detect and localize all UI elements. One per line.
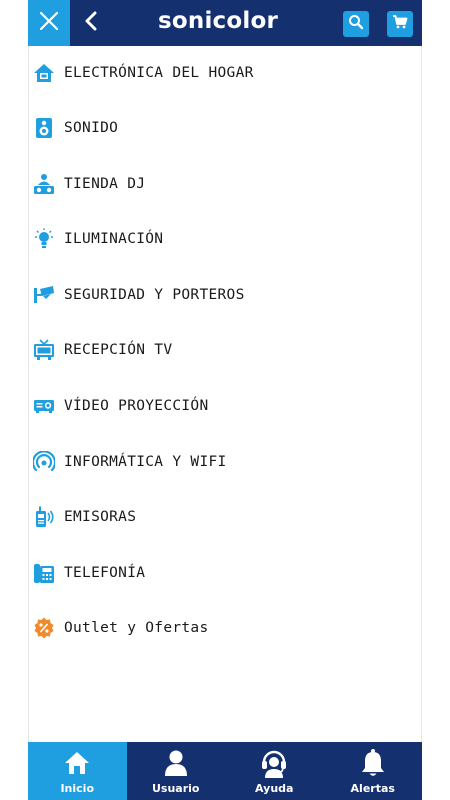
menu-item-video-proyeccion[interactable]: VÍDEO PROYECCIÓN — [28, 386, 422, 426]
tab-usuario[interactable]: Usuario — [127, 742, 226, 800]
menu-item-recepcion-tv[interactable]: RECEPCIÓN TV — [28, 330, 422, 370]
menu-item-label: TELEFONÍA — [64, 565, 146, 581]
walkie-talkie-icon — [33, 506, 55, 528]
tab-label: Alertas — [350, 782, 395, 795]
tab-label: Ayuda — [255, 782, 294, 795]
tv-icon — [33, 339, 55, 361]
tab-alertas[interactable]: Alertas — [324, 742, 423, 800]
security-camera-icon — [33, 284, 55, 306]
bell-icon — [358, 748, 388, 778]
headset-icon — [259, 748, 289, 778]
menu-item-outlet-ofertas[interactable]: Outlet y Ofertas — [28, 608, 422, 648]
menu-item-informatica-wifi[interactable]: INFORMÁTICA Y WIFI — [28, 442, 422, 482]
menu-item-label: SEGURIDAD Y PORTEROS — [64, 287, 245, 303]
cart-icon — [392, 14, 408, 34]
brand-logo[interactable]: sonicolor — [158, 8, 278, 34]
menu-item-label: VÍDEO PROYECCIÓN — [64, 398, 209, 414]
wifi-icon — [33, 451, 55, 473]
back-button[interactable] — [80, 8, 102, 38]
search-icon — [348, 14, 364, 34]
search-button[interactable] — [343, 11, 369, 37]
home-electronics-icon — [33, 62, 55, 84]
cart-button[interactable] — [387, 11, 413, 37]
tab-inicio[interactable]: Inicio — [28, 742, 127, 800]
user-icon — [161, 748, 191, 778]
menu-item-label: INFORMÁTICA Y WIFI — [64, 454, 227, 470]
menu-item-label: ILUMINACIÓN — [64, 231, 164, 247]
close-icon — [39, 11, 59, 35]
menu-item-iluminacion[interactable]: ILUMINACIÓN — [28, 219, 422, 259]
menu-item-sonido[interactable]: SONIDO — [28, 108, 422, 148]
menu-item-label: ELECTRÓNICA DEL HOGAR — [64, 65, 254, 81]
menu-item-seguridad-porteros[interactable]: SEGURIDAD Y PORTEROS — [28, 275, 422, 315]
chevron-left-icon — [84, 11, 98, 35]
menu-item-label: Outlet y Ofertas — [64, 620, 209, 636]
tab-label: Inicio — [60, 782, 95, 795]
menu-item-telefonia[interactable]: TELEFONÍA — [28, 553, 422, 593]
close-button[interactable] — [28, 0, 70, 46]
tab-label: Usuario — [152, 782, 200, 795]
phone-icon — [33, 562, 55, 584]
bottom-tab-bar: Inicio Usuario Ayuda Alertas — [28, 742, 422, 800]
menu-item-label: SONIDO — [64, 120, 119, 136]
tab-ayuda[interactable]: Ayuda — [225, 742, 324, 800]
speaker-icon — [33, 117, 55, 139]
projector-icon — [33, 395, 55, 417]
top-bar: sonicolor — [28, 0, 422, 46]
lightbulb-icon — [33, 228, 55, 250]
menu-item-electronica-hogar[interactable]: ELECTRÓNICA DEL HOGAR — [28, 53, 422, 93]
menu-item-emisoras[interactable]: EMISORAS — [28, 497, 422, 537]
percent-badge-icon — [33, 617, 55, 639]
menu-item-label: TIENDA DJ — [64, 176, 146, 192]
menu-item-tienda-dj[interactable]: TIENDA DJ — [28, 164, 422, 204]
home-icon — [62, 748, 92, 778]
dj-icon — [33, 173, 55, 195]
menu-item-label: RECEPCIÓN TV — [64, 342, 173, 358]
menu-item-label: EMISORAS — [64, 509, 137, 525]
